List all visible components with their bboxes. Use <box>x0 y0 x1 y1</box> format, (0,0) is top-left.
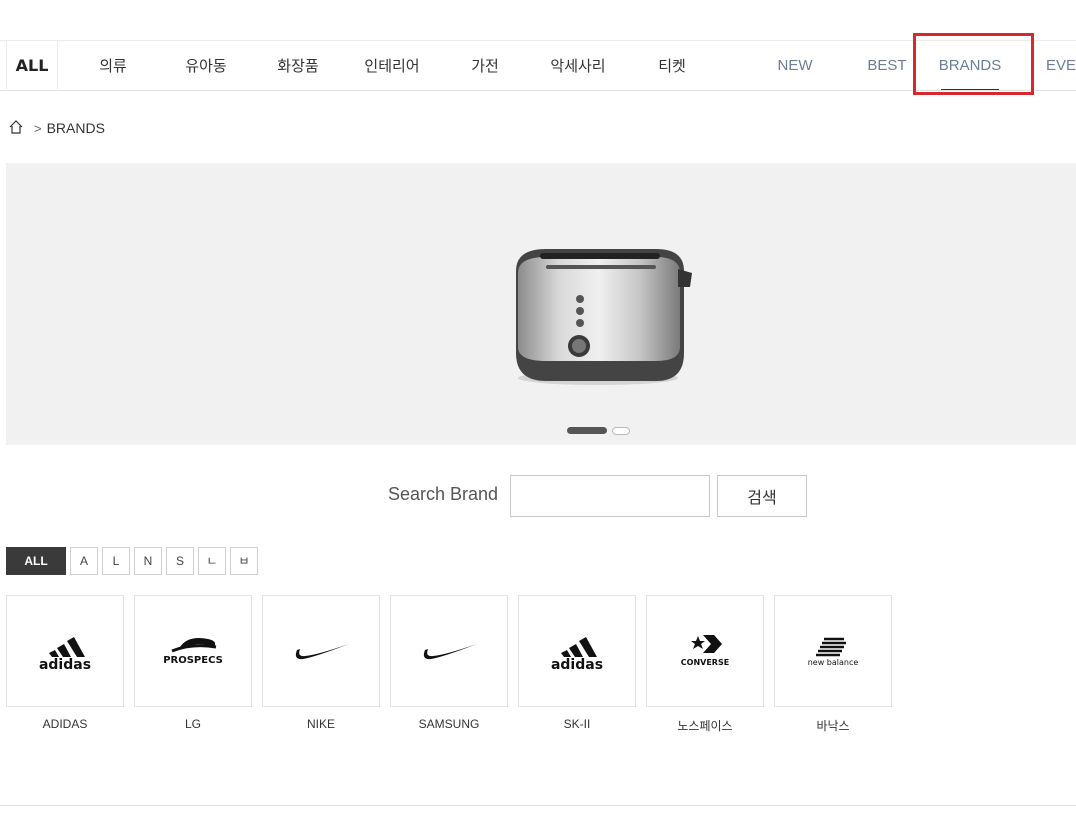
toaster-image <box>506 243 696 392</box>
filter-n[interactable]: N <box>134 547 162 575</box>
filter-all[interactable]: ALL <box>6 547 66 575</box>
filter-l[interactable]: L <box>102 547 130 575</box>
nav-category-tickets[interactable]: 티켓 <box>650 41 694 91</box>
filter-a[interactable]: A <box>70 547 98 575</box>
nike-swoosh-logo <box>262 595 380 707</box>
breadcrumb-separator: > <box>34 120 42 136</box>
brand-item[interactable]: adidas ADIDAS <box>6 595 124 734</box>
brand-item[interactable]: adidas SK-II <box>518 595 636 734</box>
brand-name: ADIDAS <box>42 717 88 731</box>
filter-bieup[interactable]: ㅂ <box>230 547 258 575</box>
slider-dot[interactable] <box>612 427 630 435</box>
breadcrumb-current: BRANDS <box>46 120 105 136</box>
nav-category-clothing[interactable]: 의류 <box>88 41 138 91</box>
search-label: Search Brand <box>388 484 499 504</box>
svg-text:adidas: adidas <box>551 657 603 671</box>
home-icon[interactable] <box>8 119 24 138</box>
nav-brands-underline <box>941 89 999 90</box>
adidas-logo: adidas <box>6 595 124 707</box>
nav-all[interactable]: ALL <box>6 41 58 91</box>
brand-item[interactable]: SAMSUNG <box>390 595 508 734</box>
breadcrumb: > BRANDS <box>8 118 105 138</box>
brand-item[interactable]: NIKE <box>262 595 380 734</box>
prospecs-logo: PROSPECS <box>134 595 252 707</box>
svg-text:PROSPECS: PROSPECS <box>163 655 223 666</box>
brand-name: 노스페이스 <box>677 719 733 733</box>
nav-category-cosmetics[interactable]: 화장품 <box>268 41 328 91</box>
svg-text:CONVERSE: CONVERSE <box>681 658 729 667</box>
converse-logo: CONVERSE <box>646 595 764 707</box>
brand-item[interactable]: new balance 바낙스 <box>774 595 892 734</box>
nike-swoosh-logo <box>390 595 508 707</box>
slider-dot-active[interactable] <box>567 427 607 434</box>
new-balance-logo: new balance <box>774 595 892 707</box>
banner-slider[interactable] <box>6 163 1076 445</box>
brand-list: adidas ADIDAS PROSPECS LG NIKE SAMSUNG a… <box>6 595 902 734</box>
adidas-logo: adidas <box>518 595 636 707</box>
nav-brands[interactable]: BRANDS <box>936 41 1004 91</box>
nav-new[interactable]: NEW <box>770 41 820 91</box>
brand-item[interactable]: CONVERSE 노스페이스 <box>646 595 764 734</box>
brand-name: LG <box>184 717 201 731</box>
nav-events[interactable]: EVEI <box>1046 41 1076 91</box>
top-navigation: ALL 의류 유아동 화장품 인테리어 가전 악세사리 티켓 NEW BEST … <box>0 40 1076 91</box>
brand-name: NIKE <box>306 717 335 731</box>
nav-category-kids[interactable]: 유아동 <box>176 41 236 91</box>
footer-divider <box>0 805 1076 806</box>
nav-category-appliances[interactable]: 가전 <box>462 41 508 91</box>
brand-name: SK-II <box>563 717 591 731</box>
brand-search-input[interactable] <box>510 475 710 517</box>
brand-item[interactable]: PROSPECS LG <box>134 595 252 734</box>
filter-nieun[interactable]: ㄴ <box>198 547 226 575</box>
svg-text:adidas: adidas <box>39 657 91 671</box>
nav-best[interactable]: BEST <box>862 41 912 91</box>
svg-text:new balance: new balance <box>808 658 859 667</box>
initial-filter-bar: ALL A L N S ㄴ ㅂ <box>6 547 262 575</box>
filter-s[interactable]: S <box>166 547 194 575</box>
nav-category-accessories[interactable]: 악세사리 <box>541 41 615 91</box>
brand-name: 바낙스 <box>816 719 850 733</box>
search-button[interactable]: 검색 <box>717 475 807 517</box>
nav-category-interior[interactable]: 인테리어 <box>356 41 428 91</box>
brand-name: SAMSUNG <box>418 717 480 731</box>
